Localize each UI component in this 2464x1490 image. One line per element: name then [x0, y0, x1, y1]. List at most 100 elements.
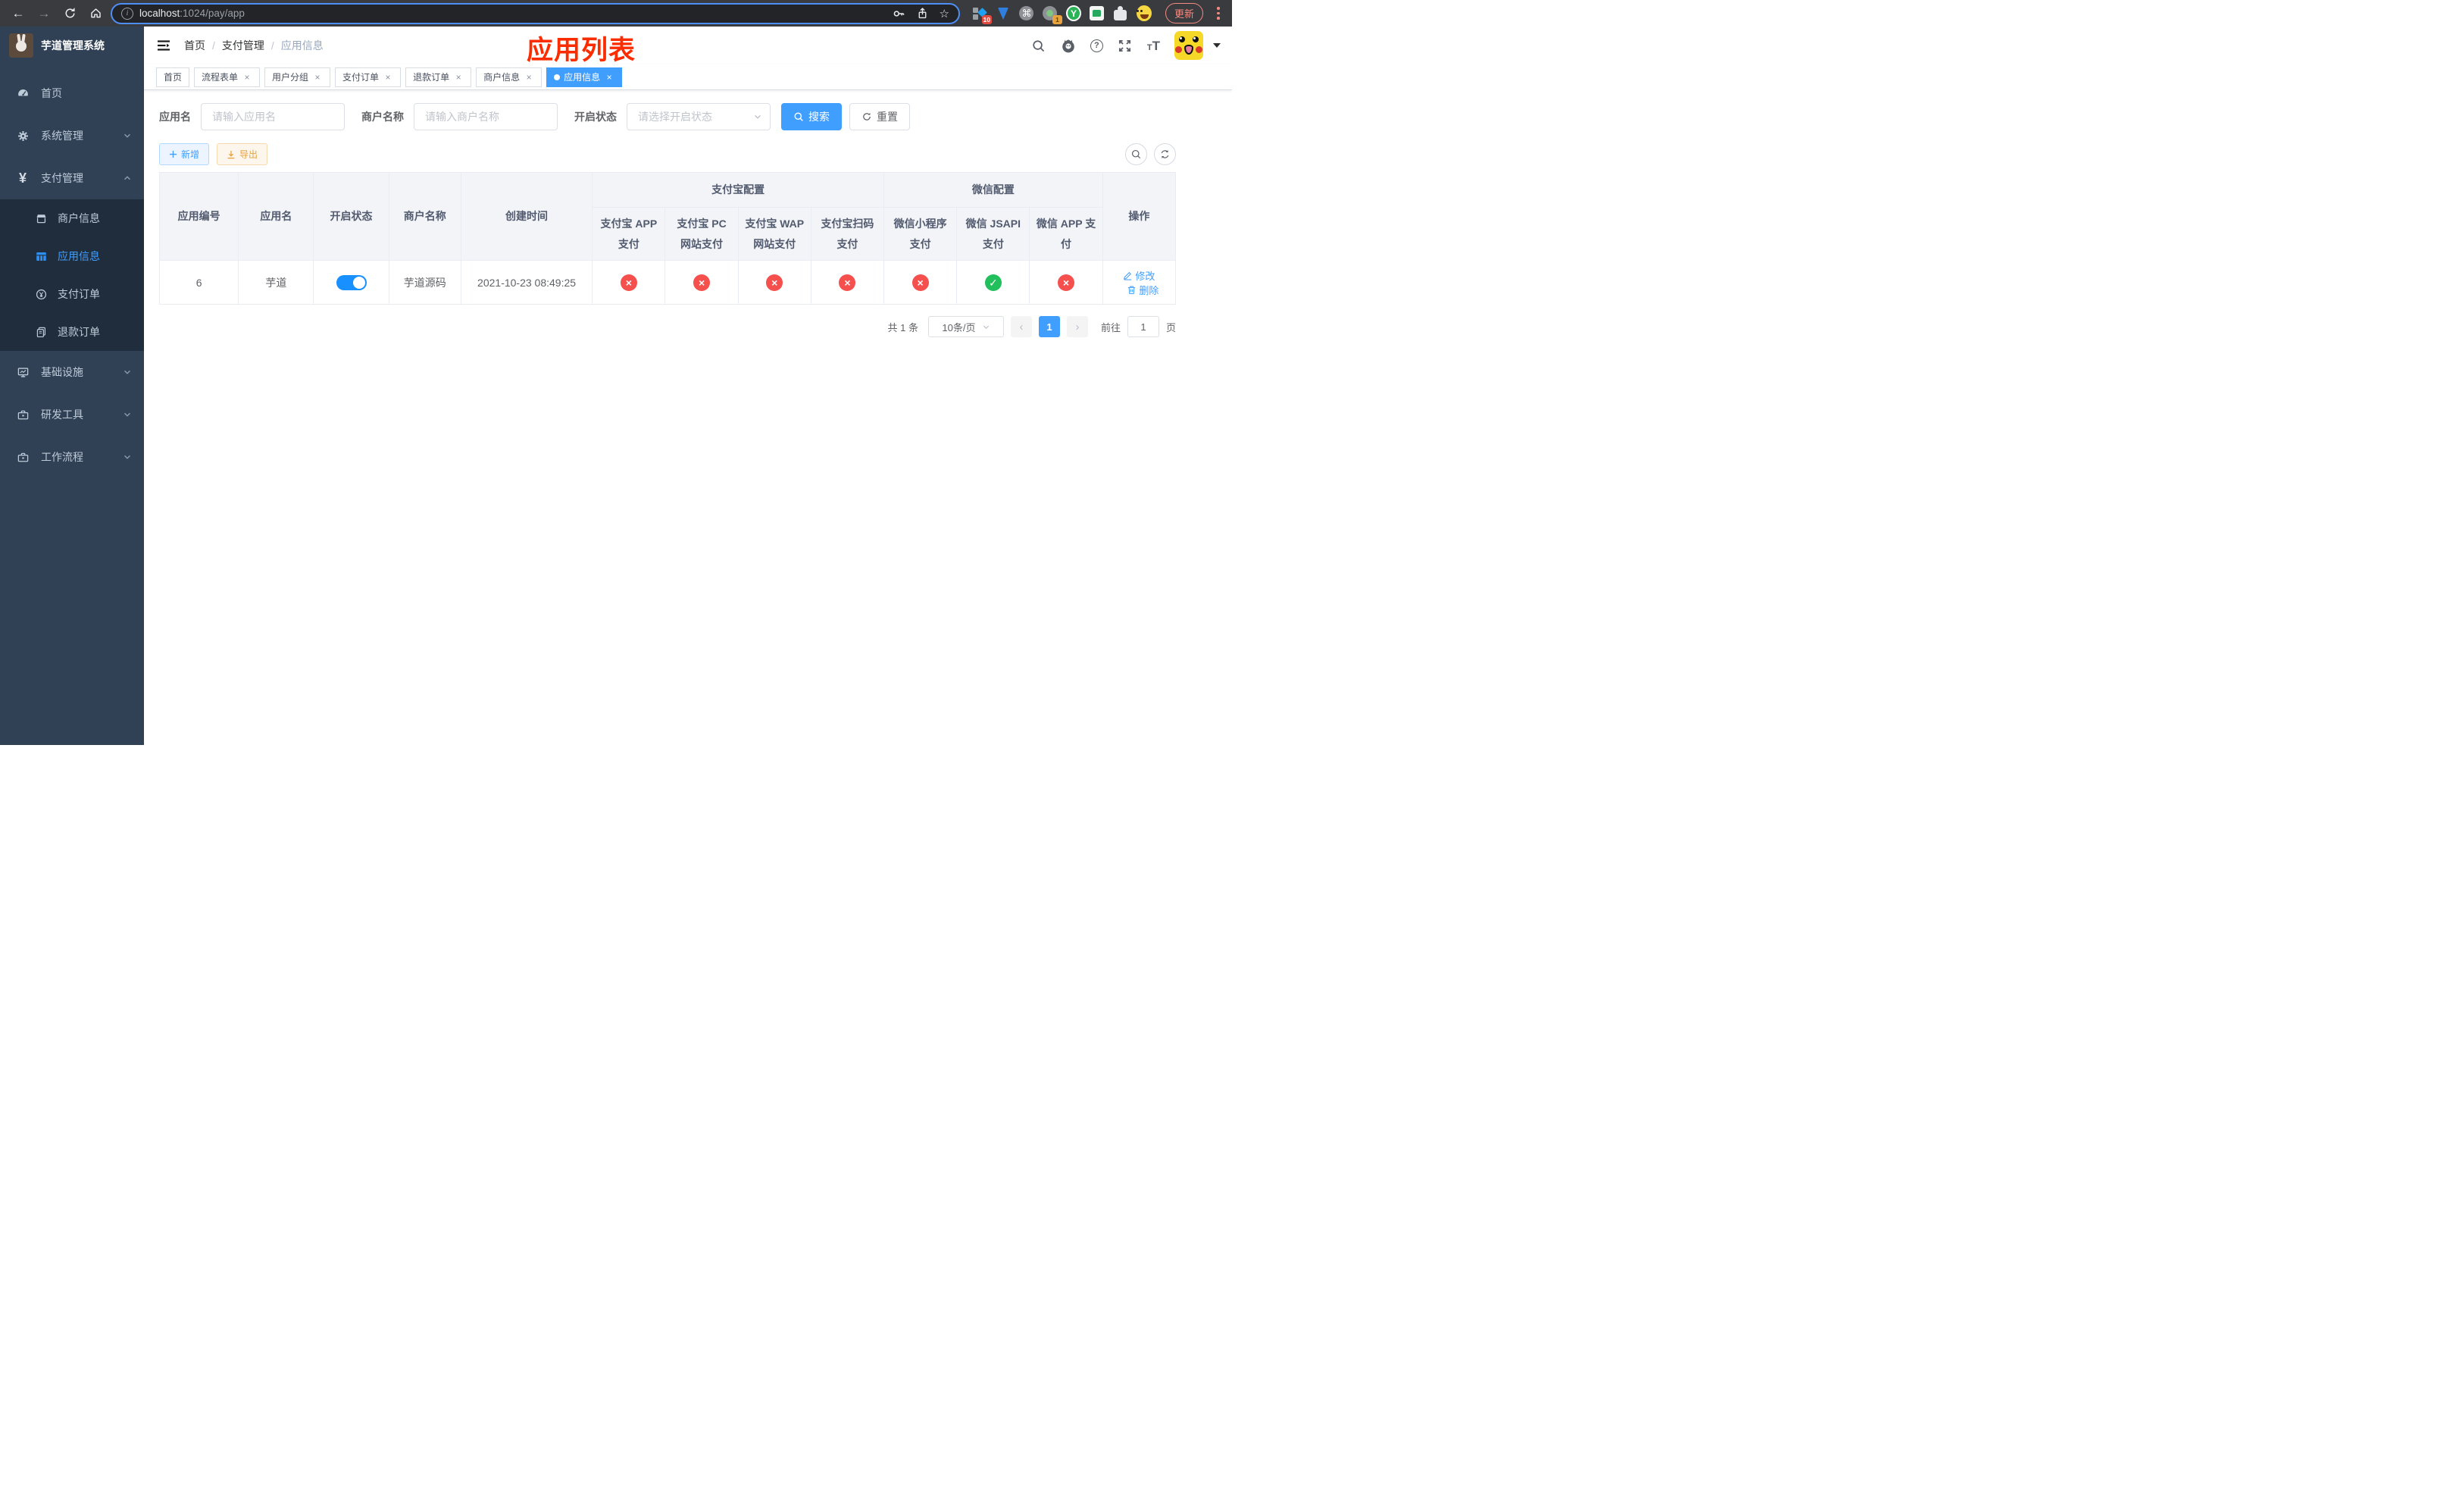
merchant-name-input[interactable] [414, 103, 558, 130]
url-host: localhost [139, 8, 180, 19]
sidebar-item-workflow[interactable]: 工作流程 [0, 436, 144, 478]
sidebar-toggle-icon[interactable] [155, 37, 172, 54]
browser-menu-icon[interactable] [1212, 7, 1224, 20]
next-page-button[interactable]: › [1066, 316, 1088, 338]
prev-page-button[interactable]: ‹ [1010, 316, 1032, 338]
sidebar-item-infrastructure[interactable]: 基础设施 [0, 351, 144, 393]
status-toggle[interactable] [336, 274, 367, 290]
extension-chat-icon[interactable] [1090, 6, 1105, 21]
goto-label: 前往 [1100, 321, 1121, 333]
sidebar-item-payment-order[interactable]: 支付订单 [0, 275, 144, 313]
tab-refund-order[interactable]: 退款订单 × [405, 67, 472, 87]
tags-view-bar: 首页 流程表单 × 用户分组 × 支付订单 × 退款订单 × 商户信息 × 应用信息 × [144, 64, 1232, 90]
cell-status [313, 260, 389, 305]
refresh-icon [1161, 150, 1169, 158]
sidebar-item-dev-tools[interactable]: 研发工具 [0, 393, 144, 436]
close-icon[interactable]: × [604, 72, 614, 83]
cell-merchant: 芋道源码 [388, 260, 461, 305]
edit-link[interactable]: 修改 [1123, 268, 1155, 283]
extension-kite-icon[interactable] [996, 6, 1011, 21]
fullscreen-icon[interactable] [1118, 38, 1133, 53]
reset-button[interactable]: 重置 [849, 103, 910, 130]
status-select[interactable]: 请选择开启状态 [627, 103, 771, 130]
sidebar-item-app-info[interactable]: 应用信息 [0, 237, 144, 275]
group-header-wechat: 微信配置 [883, 172, 1103, 208]
sidebar-item-label: 退款订单 [58, 326, 100, 338]
breadcrumb-home[interactable]: 首页 [184, 38, 205, 53]
cell-alipay-wap: × [737, 260, 811, 305]
page-size-select[interactable]: 10条/页 [927, 316, 1004, 338]
col-header-app-id: 应用编号 [158, 171, 239, 261]
sidebar-item-refund-order[interactable]: 退款订单 [0, 313, 144, 351]
close-icon[interactable]: × [242, 72, 252, 83]
tab-app-info[interactable]: 应用信息 × [546, 67, 623, 87]
url-text[interactable]: localhost:1024/pay/app [139, 8, 886, 19]
filter-form: 应用名 商户名称 开启状态 请选择开启状态 搜索 重置 [159, 103, 1217, 130]
close-icon[interactable]: × [524, 72, 534, 83]
help-icon[interactable]: ? [1090, 39, 1103, 52]
add-button[interactable]: 新增 [159, 143, 210, 165]
breadcrumb: 首页 / 支付管理 / 应用信息 [184, 38, 324, 53]
header-search-icon[interactable] [1031, 38, 1046, 53]
tab-user-group[interactable]: 用户分组 × [264, 67, 331, 87]
extension-recorder-icon[interactable]: 1 [1043, 6, 1062, 24]
extensions-puzzle-icon[interactable] [1113, 5, 1128, 21]
sidebar-item-merchant-info[interactable]: 商户信息 [0, 199, 144, 237]
extension-command-icon[interactable]: ⌘ [1019, 6, 1034, 21]
col-header-alipay-qr: 支付宝扫码支付 [810, 206, 885, 261]
bookmark-star-icon[interactable]: ☆ [940, 7, 949, 20]
address-bar[interactable]: i localhost:1024/pay/app ☆ [111, 2, 960, 24]
delete-link[interactable]: 删除 [1127, 283, 1159, 297]
sidebar-item-home[interactable]: 首页 [0, 72, 144, 114]
extension-diamond-icon[interactable]: 10 [972, 6, 992, 24]
tab-payment-order[interactable]: 支付订单 × [335, 67, 402, 87]
profile-emoji-icon[interactable] [1136, 5, 1152, 21]
status-cross-icon: × [839, 274, 856, 291]
font-size-icon[interactable]: TT [1147, 39, 1160, 52]
password-key-icon[interactable] [892, 7, 905, 20]
user-avatar[interactable] [1174, 31, 1203, 60]
tab-process-form[interactable]: 流程表单 × [194, 67, 261, 87]
breadcrumb-payment[interactable]: 支付管理 [222, 38, 264, 53]
trash-icon [1128, 286, 1136, 294]
avatar-caret-icon[interactable] [1213, 43, 1221, 48]
tab-merchant-info[interactable]: 商户信息 × [476, 67, 543, 87]
browser-forward-icon[interactable]: → [33, 3, 55, 24]
close-icon[interactable]: × [453, 72, 464, 83]
plus-icon [169, 150, 177, 158]
col-header-status: 开启状态 [313, 171, 389, 261]
browser-reload-icon[interactable] [59, 3, 80, 24]
monitor-icon [15, 366, 30, 379]
page-annotation: 应用列表 [527, 36, 636, 65]
status-cross-icon: × [693, 274, 711, 291]
goto-page-input[interactable] [1127, 316, 1159, 338]
close-icon[interactable]: × [383, 72, 393, 83]
edit-pen-icon [1124, 271, 1132, 280]
hide-search-button[interactable] [1125, 143, 1147, 165]
browser-back-icon[interactable]: ← [8, 3, 29, 24]
export-button[interactable]: 导出 [217, 143, 268, 165]
browser-update-button[interactable]: 更新 [1165, 3, 1203, 23]
search-button[interactable]: 搜索 [781, 103, 842, 130]
chevron-down-icon [123, 410, 132, 419]
sidebar-item-payment[interactable]: ¥ 支付管理 [0, 157, 144, 199]
pagination: 共 1 条 10条/页 ‹ 1 › 前往 页 [159, 316, 1176, 338]
github-icon[interactable] [1061, 38, 1076, 53]
close-icon[interactable]: × [312, 72, 323, 83]
app-name-label: 应用名 [159, 111, 191, 123]
status-label: 开启状态 [574, 111, 617, 123]
app-name-input[interactable] [201, 103, 345, 130]
breadcrumb-separator: / [270, 39, 274, 52]
tab-home[interactable]: 首页 [156, 67, 190, 87]
site-info-icon[interactable]: i [121, 7, 133, 20]
sidebar-logo[interactable]: 芋道管理系统 [0, 27, 144, 64]
table-toolbar: 新增 导出 [159, 143, 1176, 165]
page-1-button[interactable]: 1 [1038, 316, 1060, 338]
chevron-down-icon [123, 452, 132, 462]
sidebar-item-label: 首页 [41, 87, 62, 99]
extension-y-icon[interactable]: Y [1065, 5, 1081, 21]
sidebar-item-system[interactable]: 系统管理 [0, 114, 144, 157]
refresh-table-button[interactable] [1154, 143, 1176, 165]
browser-home-icon[interactable] [85, 3, 106, 24]
share-icon[interactable] [916, 7, 929, 20]
